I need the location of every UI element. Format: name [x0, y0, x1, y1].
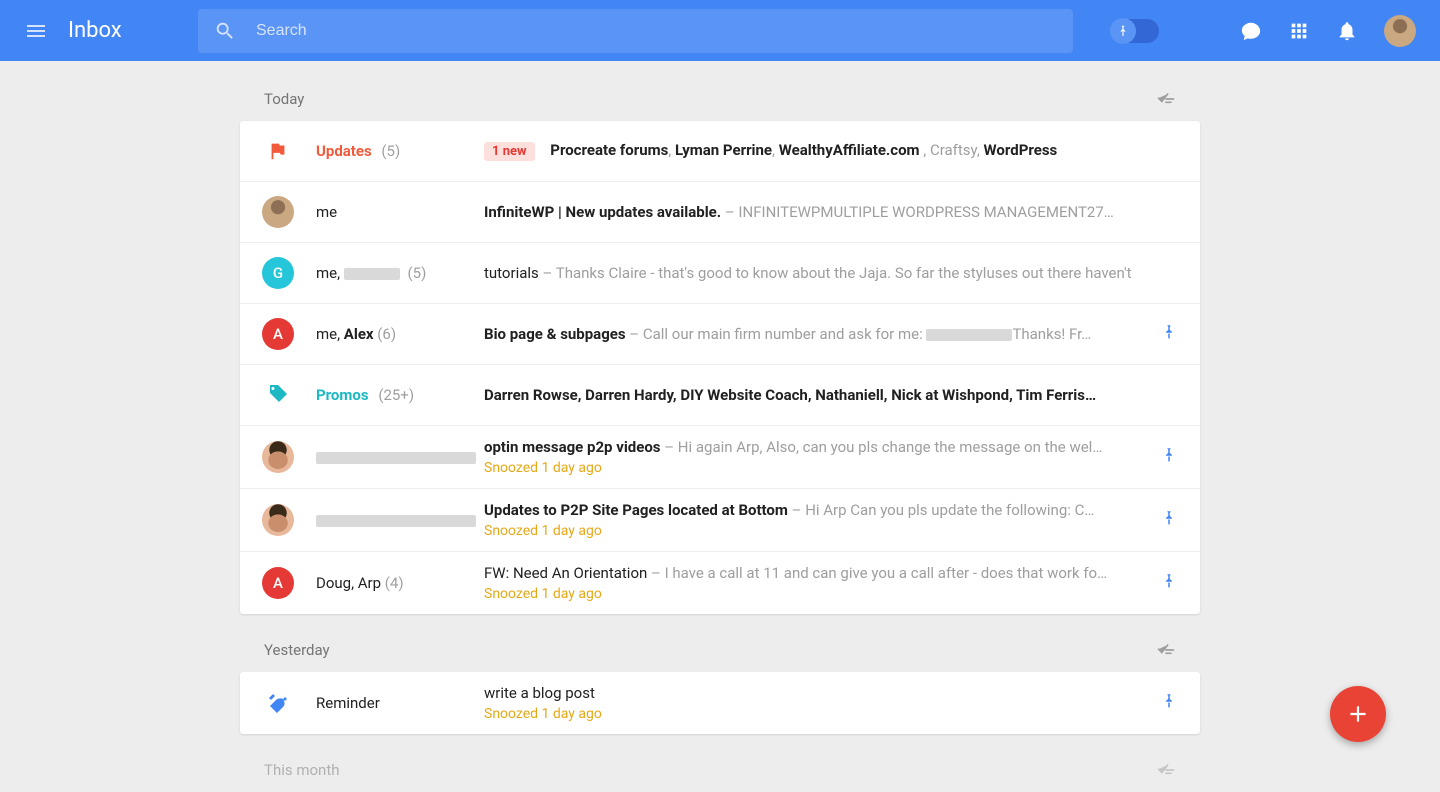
header-actions: [1240, 15, 1416, 47]
email-content: Bio page & subpages – Call our main firm…: [484, 325, 1154, 343]
search-icon: [214, 20, 236, 42]
sender: [294, 448, 484, 466]
reminder-row[interactable]: Reminder write a blog post Snoozed 1 day…: [240, 672, 1200, 734]
sender: me: [294, 203, 484, 221]
pin-icon[interactable]: [1154, 692, 1178, 714]
email-row[interactable]: A me, Alex (6) Bio page & subpages – Cal…: [240, 304, 1200, 365]
tag-icon: [262, 379, 294, 411]
pinned-toggle[interactable]: [1111, 19, 1159, 43]
pin-icon[interactable]: [1154, 446, 1178, 468]
menu-icon[interactable]: [24, 19, 48, 43]
sender: me, Alex (6): [294, 325, 484, 343]
pin-icon[interactable]: [1154, 509, 1178, 531]
account-avatar[interactable]: [1384, 15, 1416, 47]
bundle-promos[interactable]: Promos (25+) Darren Rowse, Darren Hardy,…: [240, 365, 1200, 426]
sender: Reminder: [294, 694, 484, 712]
bundle-title: Promos (25+): [294, 386, 484, 404]
section-header-today: Today: [240, 83, 1200, 121]
sweep-icon[interactable]: [1156, 760, 1176, 780]
sender: [294, 511, 484, 529]
sender-avatar: A: [262, 318, 294, 350]
bundle-updates[interactable]: Updates (5) 1 new Procreate forums, Lyma…: [240, 121, 1200, 182]
email-content: FW: Need An Orientation – I have a call …: [484, 564, 1154, 602]
search-box[interactable]: [198, 9, 1073, 53]
snooze-label: Snoozed 1 day ago: [484, 706, 1154, 722]
email-row[interactable]: G me, (5) tutorials – Thanks Claire - th…: [240, 243, 1200, 304]
bundle-sources: Darren Rowse, Darren Hardy, DIY Website …: [484, 386, 1178, 404]
sender-avatar: [262, 196, 294, 228]
pin-icon: [1110, 18, 1136, 44]
email-content: optin message p2p videos – Hi again Arp,…: [484, 438, 1154, 476]
bundle-title: Updates (5): [294, 142, 484, 160]
sender-avatar: A: [262, 567, 294, 599]
pin-icon[interactable]: [1154, 572, 1178, 594]
sender: me, (5): [294, 264, 484, 282]
email-content: tutorials – Thanks Claire - that's good …: [484, 264, 1178, 282]
bundle-sources: 1 new Procreate forums, Lyman Perrine, W…: [484, 141, 1178, 161]
section-header-yesterday: Yesterday: [240, 614, 1200, 672]
sweep-icon[interactable]: [1156, 640, 1176, 660]
snooze-label: Snoozed 1 day ago: [484, 586, 1154, 602]
flag-icon: [262, 135, 294, 167]
email-content: InfiniteWP | New updates available. – IN…: [484, 203, 1178, 221]
chat-icon[interactable]: [1240, 20, 1262, 42]
snooze-label: Snoozed 1 day ago: [484, 523, 1154, 539]
email-row[interactable]: optin message p2p videos – Hi again Arp,…: [240, 426, 1200, 489]
notifications-icon[interactable]: [1336, 20, 1358, 42]
email-row[interactable]: A Doug, Arp (4) FW: Need An Orientation …: [240, 552, 1200, 614]
yesterday-list: Reminder write a blog post Snoozed 1 day…: [240, 672, 1200, 734]
search-input[interactable]: [256, 22, 1057, 40]
pin-icon[interactable]: [1154, 323, 1178, 345]
plus-icon: [1345, 701, 1371, 727]
sender-avatar: G: [262, 257, 294, 289]
email-content: write a blog post Snoozed 1 day ago: [484, 684, 1154, 722]
section-header-this-month: This month: [240, 734, 1200, 792]
app-header: Inbox: [0, 0, 1440, 61]
section-label: This month: [264, 761, 339, 779]
email-row[interactable]: Updates to P2P Site Pages located at Bot…: [240, 489, 1200, 552]
email-row[interactable]: me InfiniteWP | New updates available. –…: [240, 182, 1200, 243]
app-title: Inbox: [68, 18, 178, 43]
sweep-icon[interactable]: [1156, 89, 1176, 109]
sender: Doug, Arp (4): [294, 574, 484, 592]
section-label: Yesterday: [264, 641, 330, 659]
sender-avatar: [262, 504, 294, 536]
today-list: Updates (5) 1 new Procreate forums, Lyma…: [240, 121, 1200, 614]
snooze-label: Snoozed 1 day ago: [484, 460, 1154, 476]
section-label: Today: [264, 90, 304, 108]
sender-avatar: [262, 441, 294, 473]
reminder-icon: [262, 687, 294, 719]
apps-icon[interactable]: [1288, 20, 1310, 42]
email-content: Updates to P2P Site Pages located at Bot…: [484, 501, 1154, 539]
main-column: Today Updates (5) 1 new Procreate forums…: [240, 61, 1200, 792]
compose-fab[interactable]: [1330, 686, 1386, 742]
